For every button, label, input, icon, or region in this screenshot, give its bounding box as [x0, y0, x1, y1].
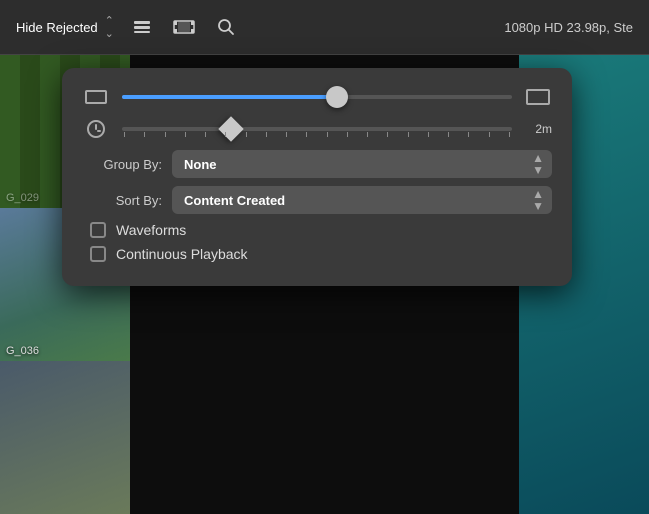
group-by-select-wrapper[interactable]: None Content Created Last Modified File …	[172, 150, 552, 178]
thumb-label-g029: G_029	[6, 192, 39, 204]
sort-by-select-wrapper[interactable]: Content Created None Last Modified File …	[172, 186, 552, 214]
waveforms-row: Waveforms	[82, 222, 552, 238]
clip-size-slider-row	[82, 86, 552, 108]
waveforms-checkbox[interactable]	[90, 222, 106, 238]
duration-end-label: 2m	[524, 122, 552, 136]
waveforms-label: Waveforms	[116, 222, 186, 238]
clip-size-slider[interactable]	[122, 86, 512, 108]
info-label: 1080p HD 23.98p, Ste	[504, 20, 633, 35]
search-icon[interactable]	[212, 13, 240, 41]
list-view-icon[interactable]	[128, 13, 156, 41]
clip-small-icon	[82, 90, 110, 104]
group-by-row: Group By: None Content Created Last Modi…	[82, 150, 552, 178]
display-options-popup: 2m Group By: None Content Created Last M…	[62, 68, 572, 286]
chevron-updown-icon: ⌃⌄	[105, 14, 114, 40]
group-by-label: Group By:	[82, 157, 162, 172]
toolbar: Hide Rejected ⌃⌄	[0, 0, 649, 55]
filmstrip-view-icon[interactable]	[170, 13, 198, 41]
group-by-select[interactable]: None Content Created Last Modified File …	[172, 150, 552, 178]
sort-by-label: Sort By:	[82, 193, 162, 208]
sort-by-row: Sort By: Content Created None Last Modif…	[82, 186, 552, 214]
thumbnail-bottom-left	[0, 361, 130, 514]
clip-large-icon	[524, 89, 552, 105]
duration-slider[interactable]	[122, 118, 512, 140]
duration-slider-row: 2m	[82, 118, 552, 140]
continuous-playback-row: Continuous Playback	[82, 246, 552, 262]
toolbar-left: Hide Rejected ⌃⌄	[16, 13, 490, 41]
stopwatch-icon	[82, 120, 110, 138]
hide-rejected-button[interactable]: Hide Rejected ⌃⌄	[16, 14, 114, 40]
hide-rejected-label: Hide Rejected	[16, 20, 98, 35]
sort-by-select[interactable]: Content Created None Last Modified File …	[172, 186, 552, 214]
continuous-playback-label: Continuous Playback	[116, 246, 248, 262]
continuous-playback-checkbox[interactable]	[90, 246, 106, 262]
thumb-label-g036: G_036	[6, 345, 39, 357]
